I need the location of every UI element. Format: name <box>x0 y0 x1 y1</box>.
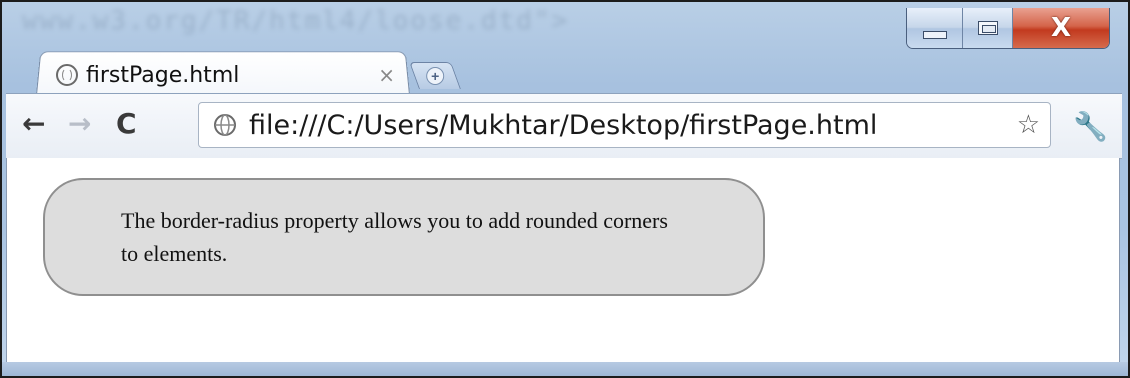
rounded-box: The border-radius property allows you to… <box>43 178 765 296</box>
window-controls: X <box>906 8 1110 49</box>
tab-first-page[interactable]: firstPage.html × <box>56 58 401 92</box>
wrench-icon[interactable]: 🔧 <box>1073 110 1108 143</box>
close-window-button[interactable]: X <box>1013 8 1109 48</box>
minimize-icon <box>922 31 947 39</box>
globe-icon <box>56 64 78 86</box>
back-button[interactable]: ← <box>22 108 45 140</box>
star-icon[interactable]: ☆ <box>1017 110 1040 140</box>
rounded-box-text: The border-radius property allows you to… <box>121 208 668 266</box>
forward-button[interactable]: → <box>68 108 91 140</box>
browser-toolbar: ← → C file:///C:/Users/Mukhtar/Desktop/f… <box>6 93 1122 159</box>
tab-title: firstPage.html <box>86 62 240 88</box>
reload-button[interactable]: C <box>116 108 137 140</box>
page-viewport: The border-radius property allows you to… <box>6 158 1120 362</box>
window-bottom-border <box>2 362 1128 376</box>
globe-icon <box>214 114 236 136</box>
maximize-button[interactable] <box>963 8 1013 48</box>
browser-window: www.w3.org/TR/html4/loose.dtd"> X firstP… <box>0 0 1130 378</box>
minimize-button[interactable] <box>907 8 963 48</box>
url-text: file:///C:/Users/Mukhtar/Desktop/firstPa… <box>249 109 878 141</box>
close-icon: X <box>1050 13 1072 43</box>
plus-icon: + <box>426 67 445 85</box>
maximize-icon <box>977 21 998 35</box>
address-bar[interactable]: file:///C:/Users/Mukhtar/Desktop/firstPa… <box>198 102 1051 148</box>
new-tab-button[interactable]: + <box>409 62 461 89</box>
tab-close-button[interactable]: × <box>378 63 395 87</box>
